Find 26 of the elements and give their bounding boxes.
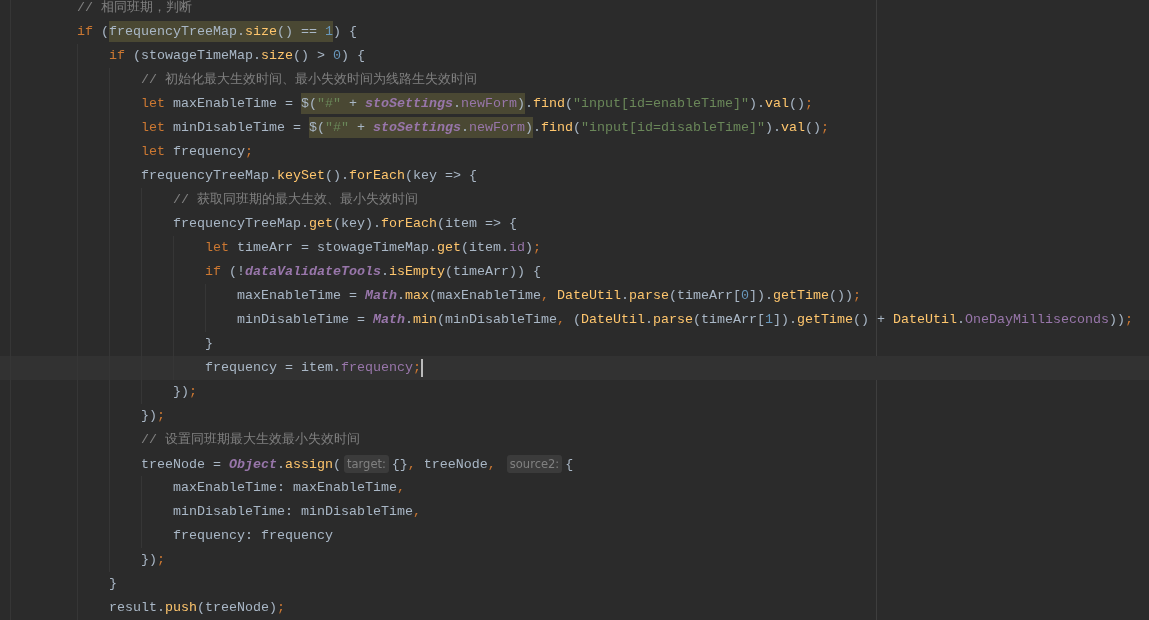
code-line: // 初始化最大生效时间、最小失效时间为线路生失效时间 [141,71,477,89]
code-line: let timeArr = stowageTimeMap.get(item.id); [205,239,541,257]
code-line: minDisableTime = Math.min(minDisableTime, (DateUtil.parse(timeArr[1]).getTime() + DateUtil.OneDayMilliseconds)); [237,311,1133,329]
code-line: frequencyTreeMap.get(key).forEach(item => { [173,215,517,233]
code-line: } [205,335,213,353]
code-line: }); [141,407,165,425]
code-line: frequencyTreeMap.keySet().forEach(key => { [141,167,477,185]
code-line: let frequency; [141,143,253,161]
code-line: result.push(treeNode); [109,599,285,617]
code-line: if (stowageTimeMap.size() > 0) { [109,47,365,65]
code-line: } [109,575,117,593]
code-line: frequency: frequency [173,527,333,545]
code-line: minDisableTime: minDisableTime, [173,503,421,521]
code-line: // 获取同班期的最大生效、最小失效时间 [173,191,418,209]
code-line: let maxEnableTime = $("#" + stoSettings.newForm).find("input[id=enableTime]").val(); [141,92,813,116]
code-line: maxEnableTime = Math.max(maxEnableTime, DateUtil.parse(timeArr[0]).getTime()); [237,287,861,305]
code-line: // 设置同班期最大生效最小失效时间 [141,431,360,449]
code-line: }); [173,383,197,401]
code-line: // 相同班期，判断 [77,0,192,17]
code-line: treeNode = Object.assign( target: {}, treeNode, source2: { [141,453,574,475]
code-line: if (frequencyTreeMap.size() == 1) { [77,20,357,44]
code-line: let minDisableTime = $("#" + stoSettings.newForm).find("input[id=disableTime]").val(); [141,116,829,140]
code-line: maxEnableTime: maxEnableTime, [173,479,405,497]
code-line: frequency = item.frequency; [205,359,421,377]
code-line: if (!dataValidateTools.isEmpty(timeArr)) { [205,263,541,281]
code-line: }); [141,551,165,569]
